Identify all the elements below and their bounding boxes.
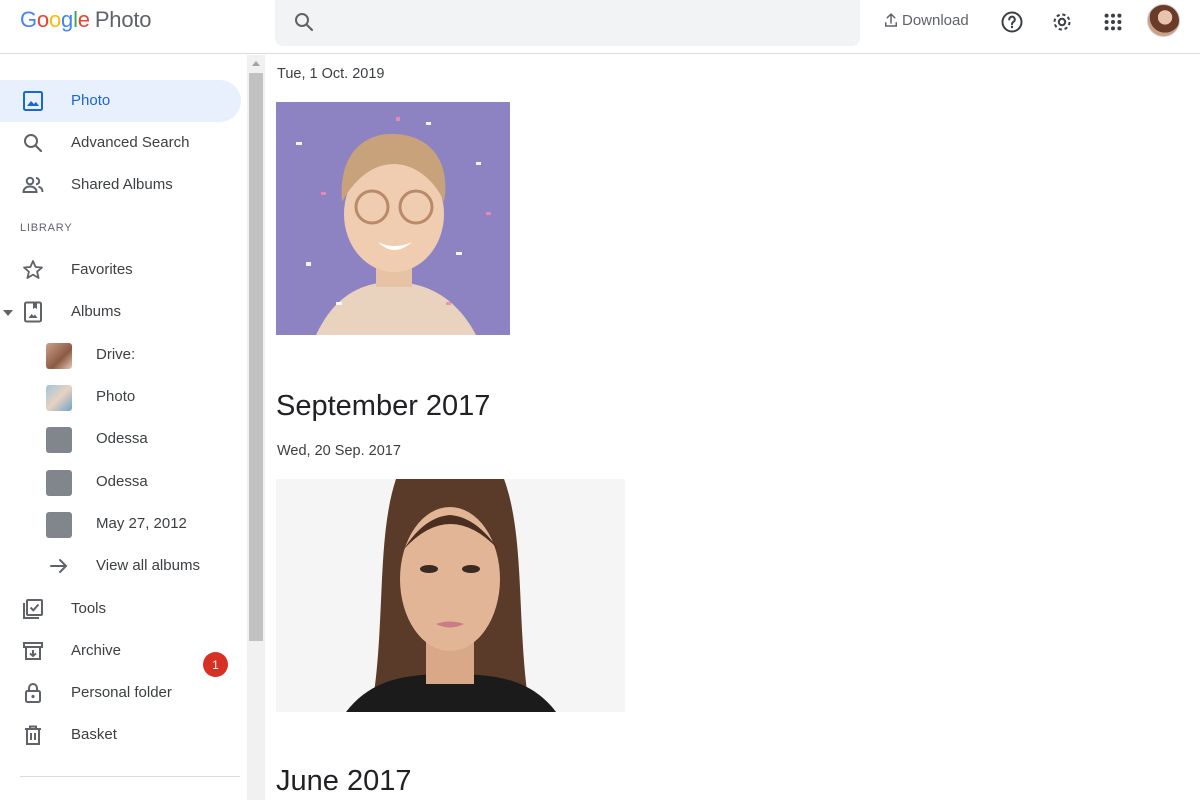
album-item-may-27-2012[interactable]: May 27, 2012	[0, 503, 241, 545]
sidebar-item-label: Personal folder	[71, 684, 172, 701]
download-button[interactable]: Download	[882, 0, 969, 40]
month-heading: September 2017	[276, 390, 491, 422]
album-thumbnail	[46, 427, 72, 453]
album-label: Drive:	[96, 346, 136, 363]
album-label: Photo	[96, 388, 136, 405]
album-item-odessa-2[interactable]: Odessa	[0, 461, 241, 503]
sidebar-item-label: Advanced Search	[71, 134, 190, 151]
album-icon	[24, 301, 42, 323]
account-avatar[interactable]	[1147, 4, 1180, 37]
arrow-right-icon	[50, 559, 68, 573]
sidebar-scrollbar[interactable]	[247, 55, 265, 800]
album-label: Odessa	[96, 430, 148, 447]
star-icon	[23, 260, 43, 279]
settings-button[interactable]	[1048, 8, 1076, 36]
view-all-albums-label: View all albums	[96, 557, 200, 574]
apps-icon	[1104, 13, 1122, 31]
archive-icon	[23, 642, 43, 660]
help-icon	[1001, 11, 1023, 33]
download-label: Download	[902, 11, 969, 29]
settings-icon	[1053, 13, 1071, 31]
sidebar-item-favorites[interactable]: Favorites	[0, 249, 241, 291]
top-bar: Google Photo Download	[0, 0, 1200, 54]
logo-product-name: Photo	[94, 7, 152, 32]
album-label: Odessa	[96, 473, 148, 490]
search-icon	[24, 134, 43, 153]
album-item-photo[interactable]: Photo	[0, 376, 241, 418]
date-heading: Tue, 1 Oct. 2019	[277, 66, 385, 82]
sidebar-item-label: Shared Albums	[71, 176, 173, 193]
sidebar-item-albums[interactable]: Albums	[0, 291, 241, 333]
sidebar-item-basket[interactable]: Basket	[0, 714, 241, 756]
photo-image	[276, 479, 625, 712]
album-item-drive[interactable]: Drive:	[0, 334, 241, 376]
search-input[interactable]	[331, 8, 841, 38]
sidebar-item-photo[interactable]: Photo	[0, 80, 241, 122]
album-thumbnail	[46, 470, 72, 496]
sidebar-item-label: Favorites	[71, 261, 133, 278]
sidebar-item-tools[interactable]: Tools	[0, 588, 241, 630]
scroll-up-arrow-icon[interactable]	[252, 61, 260, 66]
scrollbar-thumb[interactable]	[249, 73, 263, 641]
tools-checklist-icon	[23, 599, 43, 619]
sidebar-item-shared-albums[interactable]: Shared Albums	[0, 164, 241, 206]
date-heading: Wed, 20 Sep. 2017	[277, 443, 401, 459]
lock-icon	[25, 683, 41, 703]
sidebar-item-label: Albums	[71, 303, 122, 320]
album-thumbnail	[46, 385, 72, 411]
photo-thumbnail[interactable]	[276, 102, 510, 335]
view-all-albums-link[interactable]: View all albums	[0, 545, 241, 587]
people-icon	[22, 176, 44, 193]
help-button[interactable]	[998, 8, 1026, 36]
sidebar: Photo Advanced Search Shared Albums LIBR…	[0, 55, 247, 800]
sidebar-item-label: Basket	[71, 726, 117, 743]
album-item-odessa-1[interactable]: Odessa	[0, 418, 241, 460]
app-logo[interactable]: Google Photo	[20, 7, 152, 33]
photo-icon	[23, 91, 43, 111]
sidebar-item-personal-folder[interactable]: Personal folder	[0, 672, 241, 714]
album-thumbnail	[46, 512, 72, 538]
search-bar[interactable]	[275, 0, 860, 46]
album-label: May 27, 2012	[96, 515, 187, 532]
photo-timeline: Tue, 1 Oct. 2019 September 2017 Wed, 20 …	[266, 55, 1200, 800]
upload-icon	[885, 13, 897, 27]
sidebar-item-advanced-search[interactable]: Advanced Search	[0, 122, 241, 164]
month-heading: June 2017	[276, 765, 412, 797]
library-heading: LIBRARY	[20, 222, 73, 234]
sidebar-item-label: Photo	[71, 92, 111, 109]
sidebar-divider	[20, 776, 240, 777]
trash-icon	[25, 725, 41, 745]
sidebar-item-label: Archive	[71, 642, 122, 659]
album-thumbnail	[46, 343, 72, 369]
photo-image	[276, 102, 510, 335]
apps-button[interactable]	[1099, 8, 1127, 36]
search-icon[interactable]	[292, 10, 316, 34]
sidebar-item-label: Tools	[71, 600, 107, 617]
photo-thumbnail[interactable]	[276, 479, 625, 712]
sidebar-item-archive[interactable]: Archive	[0, 630, 241, 672]
